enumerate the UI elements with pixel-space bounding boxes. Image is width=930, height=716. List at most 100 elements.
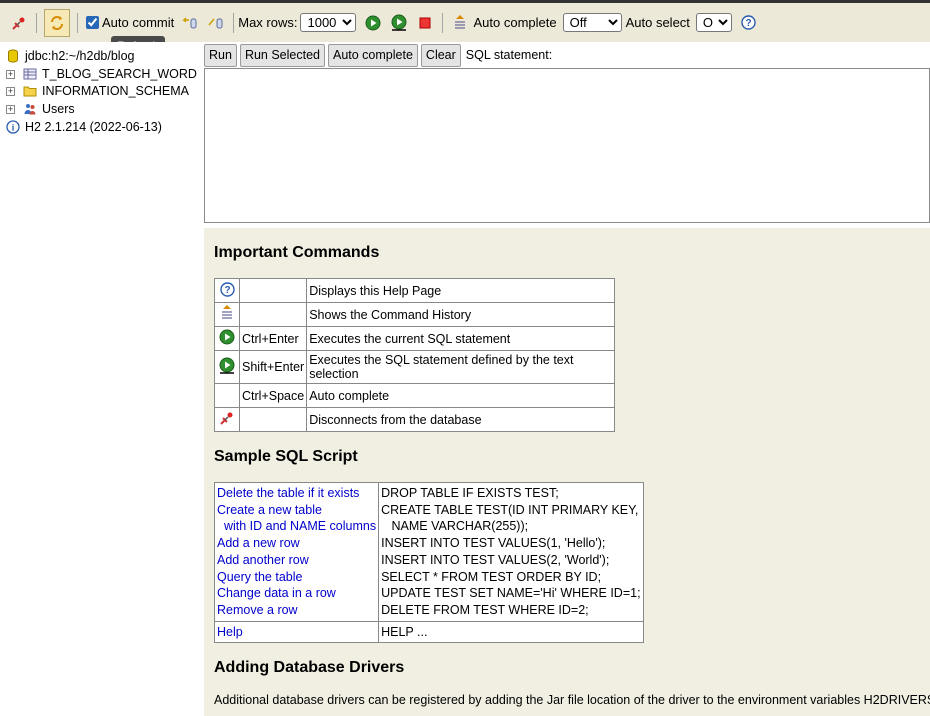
svg-text:?: ? [224,285,230,296]
database-icon [8,49,18,63]
refresh-icon[interactable] [44,8,70,37]
version-label: H2 2.1.214 (2022-06-13) [25,120,162,134]
sample-sql-table: Delete the table if it exists Create a n… [213,482,644,644]
svg-text:?: ? [746,18,752,29]
command-key: Ctrl+Space [238,383,308,408]
max-rows-select[interactable]: 1000 [300,13,357,32]
sample-link[interactable]: Remove a row [217,602,376,619]
cell: HELP ... [378,620,644,644]
table-row: ? Displays this Help Page [214,278,616,303]
toolbar-separator [442,12,444,33]
tree-item-table[interactable]: + T_BLOG_SEARCH_WORD [6,65,197,83]
cell: ? [214,278,240,303]
max-rows-label: Max rows: [238,15,298,30]
auto-commit-checkbox[interactable] [86,16,99,29]
sample-link[interactable]: Add a new row [217,535,376,552]
sample-sql-line: NAME VARCHAR(255)); [381,519,529,534]
tree-item-label: INFORMATION_SCHEMA [42,84,189,98]
toolbar-separator [36,12,37,33]
commands-table: ? Displays this Help Page Shows the Comm… [214,278,616,432]
clear-button[interactable]: Clear [420,43,461,67]
table-row: Ctrl+Space Auto complete [214,383,616,408]
auto-complete-button[interactable]: Auto complete [328,43,418,67]
history-icon [222,305,232,319]
run-selected-icon [219,357,235,374]
tree-connection[interactable]: jdbc:h2:~/h2db/blog [6,47,134,65]
run-icon[interactable] [362,12,384,34]
auto-commit-label: Auto commit [102,15,175,30]
sample-link[interactable]: Change data in a row [217,585,376,602]
help-sql: HELP ... [381,624,428,639]
disconnect-icon [220,412,233,425]
cell [214,326,240,351]
expand-icon[interactable]: + [6,86,15,96]
stop-icon[interactable] [414,12,436,34]
run-button[interactable]: Run [204,43,237,67]
tree-version: i H2 2.1.214 (2022-06-13) [6,118,162,136]
tree-item-label: T_BLOG_SEARCH_WORD [42,67,197,81]
cell [214,383,240,408]
commit-icon[interactable] [205,12,227,34]
cell [214,407,240,432]
important-commands-heading: Important Commands [214,244,380,261]
tree-item-users[interactable]: + Users [6,100,75,118]
table-row: Ctrl+Enter Executes the current SQL stat… [214,326,616,351]
query-bar: Run Run Selected Auto complete Clear SQL… [204,42,930,68]
tree-item-label: Users [42,102,75,116]
sample-sql-line: CREATE TABLE TEST(ID INT PRIMARY KEY, [381,502,639,517]
folder-icon [23,86,37,97]
object-tree: jdbc:h2:~/h2db/blog + T_BLOG_SEARCH_WORD… [0,42,200,716]
sample-link[interactable]: Query the table [217,569,376,586]
sample-sql-heading: Sample SQL Script [214,448,358,465]
table-row: Shift+Enter Executes the SQL statement d… [214,350,616,384]
help-link[interactable]: Help [217,624,376,641]
expand-icon[interactable]: + [6,69,15,79]
help-panel: Important Commands ? Displays this Help … [204,228,930,716]
table-row: Delete the table if it exists Create a n… [213,482,644,622]
expand-icon[interactable]: + [6,104,15,114]
sample-links-cell: Delete the table if it exists Create a n… [213,482,380,622]
toolbar-separator [233,12,235,33]
command-key [238,407,308,432]
cell [214,350,240,384]
tree-item-information-schema[interactable]: + INFORMATION_SCHEMA [6,82,189,100]
sql-statement-label: SQL statement: [465,48,553,62]
connection-label: jdbc:h2:~/h2db/blog [25,49,135,63]
sample-link[interactable]: Create a new table [217,502,376,519]
command-key [238,302,308,327]
table-icon [23,68,37,80]
command-desc: Executes the SQL statement defined by th… [306,350,616,384]
command-key [238,278,308,303]
users-icon [24,104,36,115]
auto-select-select[interactable]: On [695,13,732,32]
auto-complete-select[interactable]: Off [562,13,622,32]
cell [214,302,240,327]
command-desc: Disconnects from the database [306,407,616,432]
info-icon: i [6,120,20,134]
command-desc: Shows the Command History [306,302,616,327]
auto-complete-label: Auto complete [473,15,557,30]
sql-input[interactable] [204,68,930,223]
sample-sql-line: DROP TABLE IF EXISTS TEST; [381,486,559,500]
command-desc: Auto complete [306,383,616,408]
run-selected-button[interactable]: Run Selected [239,43,325,67]
history-icon[interactable] [449,12,471,34]
run-selected-icon[interactable] [388,12,410,34]
adding-drivers-heading: Adding Database Drivers [214,659,405,677]
help-icon[interactable]: ? [738,12,760,34]
rollback-icon[interactable] [179,12,201,34]
table-row: Help HELP ... [213,620,644,644]
help-icon: ? [219,281,235,297]
drivers-paragraph: Additional database drivers can be regis… [214,693,930,708]
command-desc: Displays this Help Page [306,278,616,303]
table-row: Shows the Command History [214,302,616,327]
sample-link[interactable]: Add another row [217,552,376,569]
sample-link[interactable]: Delete the table if it exists [217,485,376,502]
sample-sql-line: DELETE FROM TEST WHERE ID=2; [381,602,589,617]
disconnect-icon[interactable] [8,12,30,34]
sample-link[interactable]: with ID and NAME columns [217,518,376,535]
command-key: Ctrl+Enter [238,326,308,351]
sample-sql-cell: DROP TABLE IF EXISTS TEST; CREATE TABLE … [378,482,644,622]
auto-select-label: Auto select [625,15,690,30]
command-key: Shift+Enter [238,350,308,384]
